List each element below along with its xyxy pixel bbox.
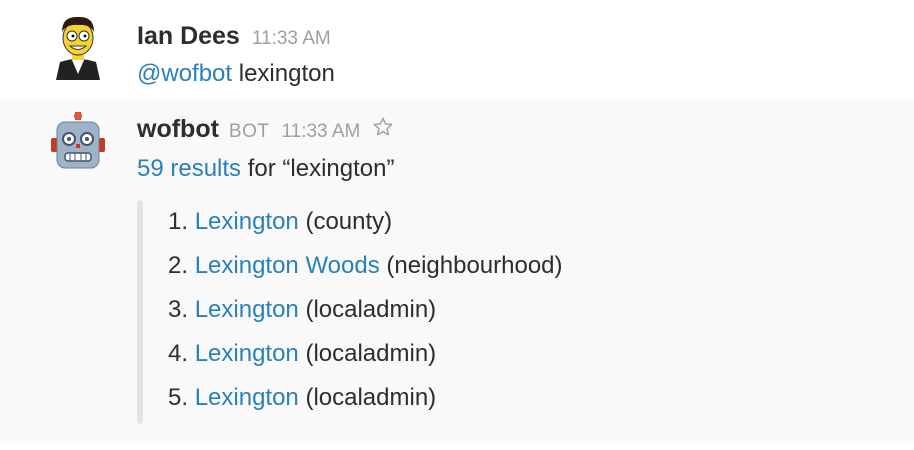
author-name[interactable]: Ian Dees [137, 22, 240, 50]
results-count-link[interactable]: 59 results [137, 155, 241, 182]
attachment-bar [137, 200, 143, 424]
star-outline-icon [374, 117, 393, 136]
timestamp[interactable]: 11:33 AM [252, 28, 331, 49]
list-item: 5. Lexington (localadmin) [168, 380, 563, 424]
result-link[interactable]: Lexington [195, 384, 299, 411]
bot-badge: BOT [228, 121, 270, 142]
avatar[interactable] [50, 112, 106, 172]
list-item: 3. Lexington (localadmin) [168, 292, 563, 336]
result-type: (neighbourhood) [386, 252, 563, 279]
message-text: 59 results for “lexington” [137, 155, 394, 183]
result-link[interactable]: Lexington [195, 340, 299, 367]
result-link[interactable]: Lexington [195, 296, 299, 323]
author-name[interactable]: wofbot [137, 115, 219, 143]
star-icon[interactable] [372, 116, 394, 143]
cartoon-face-avatar-icon [56, 16, 100, 80]
message-wofbot: wofbot BOT 11:33 AM 59 results for “lexing… [0, 100, 914, 443]
message-header: wofbot BOT 11:33 AM [137, 115, 394, 146]
list-item: 1. Lexington (county) [168, 204, 563, 248]
list-item: 2. Lexington Woods (neighbourhood) [168, 248, 563, 292]
message-text: @wofbot lexington [137, 60, 335, 88]
avatar[interactable] [50, 14, 106, 80]
robot-face-icon [51, 112, 105, 169]
result-link[interactable]: Lexington Woods [195, 252, 380, 279]
result-number: 4. [168, 340, 189, 367]
result-number: 3. [168, 296, 189, 323]
results-list: 1. Lexington (county) 2. Lexington Woods… [168, 204, 563, 424]
timestamp[interactable]: 11:33 AM [281, 121, 360, 142]
results-query-text: for “lexington” [241, 155, 395, 182]
result-number: 5. [168, 384, 189, 411]
result-number: 2. [168, 252, 189, 279]
result-type: (localadmin) [305, 384, 437, 411]
result-number: 1. [168, 208, 189, 235]
user-mention-link[interactable]: @wofbot [137, 60, 232, 87]
result-type: (localadmin) [305, 296, 437, 323]
result-type: (localadmin) [305, 340, 437, 367]
list-item: 4. Lexington (localadmin) [168, 336, 563, 380]
message-ian-dees: Ian Dees 11:33 AM @wofbot lexington [0, 0, 914, 100]
result-type: (county) [305, 208, 393, 235]
message-body: lexington [232, 60, 335, 87]
message-header: Ian Dees 11:33 AM [137, 22, 331, 51]
result-link[interactable]: Lexington [195, 208, 299, 235]
